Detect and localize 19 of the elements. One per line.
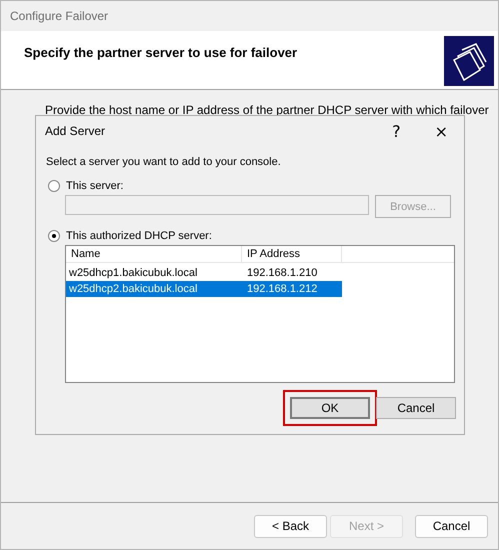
column-header[interactable]: IP Address <box>242 246 342 262</box>
dialog-title: Add Server <box>45 124 106 138</box>
dialog-prompt: Select a server you want to add to your console. <box>46 156 282 168</box>
wizard-button[interactable]: < Back <box>254 514 327 538</box>
radio-label: This authorized DHCP server: <box>66 230 212 242</box>
server-row[interactable]: w25dhcp1.bakicubuk.local 192.168.1.210 <box>66 265 342 281</box>
window-title: Configure Failover <box>10 9 108 23</box>
folders-icon <box>444 36 494 86</box>
page-title: Specify the partner server to use for failover <box>24 45 298 62</box>
help-button[interactable]: ? <box>390 122 403 140</box>
cancel-button[interactable]: Cancel <box>376 397 456 419</box>
server-row[interactable]: w25dhcp2.bakicubuk.local 192.168.1.212 <box>66 281 342 297</box>
radio-label: This server: <box>66 180 124 192</box>
wizard-button[interactable]: Cancel <box>415 514 488 538</box>
instruction-text: Provide the host name or IP address of the partner DHCP server with which failover <box>45 103 489 117</box>
column-header[interactable]: Name <box>66 246 242 262</box>
close-button[interactable]: × <box>432 122 450 140</box>
radio-button[interactable] <box>48 180 60 192</box>
radio-button[interactable] <box>48 230 60 242</box>
